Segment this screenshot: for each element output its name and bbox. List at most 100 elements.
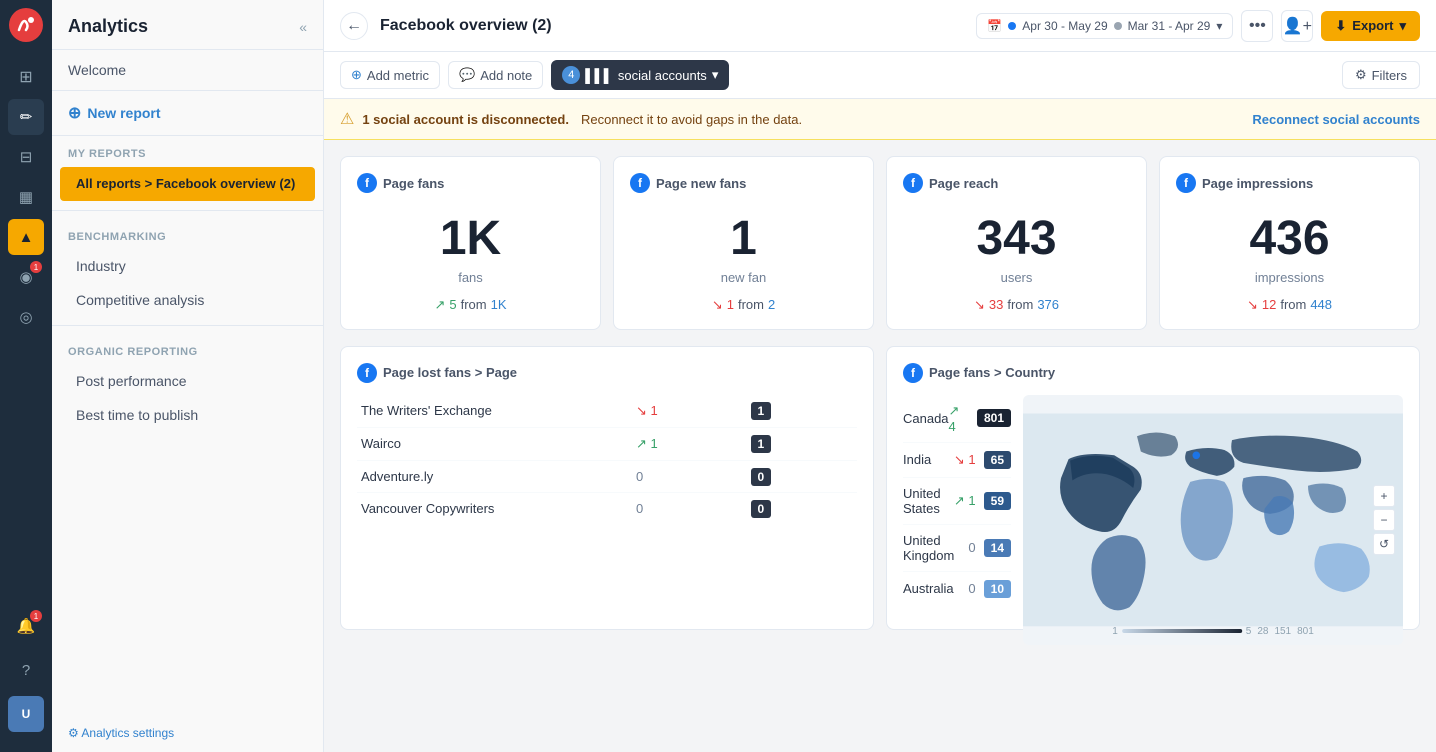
sidebar-item-industry[interactable]: Industry (60, 250, 315, 282)
lost-fans-row-name: The Writers' Exchange (357, 395, 632, 428)
country-value-box: 10 (984, 580, 1011, 598)
card-header-reach: f Page reach (903, 173, 1130, 193)
add-user-button[interactable]: 👤+ (1281, 10, 1313, 42)
note-icon: 💬 (459, 67, 475, 83)
map-scale: 1 5 28 151 801 (1112, 626, 1314, 637)
country-change: 0 (968, 581, 975, 596)
back-arrow-icon: ← (346, 17, 362, 35)
country-row: United Kingdom 0 14 (903, 525, 1011, 572)
export-button[interactable]: ⬇ Export ▾ (1321, 11, 1420, 41)
lost-fans-card: f Page lost fans > Page The Writers' Exc… (340, 346, 874, 630)
lost-fans-row-value: 1 (747, 427, 857, 460)
user-avatar[interactable]: U (8, 696, 44, 732)
bottom-row: f Page lost fans > Page The Writers' Exc… (340, 346, 1420, 630)
sidebar-item-best-time[interactable]: Best time to publish (60, 399, 315, 431)
country-change: ↗ 1 (954, 493, 976, 509)
topbar: ← Facebook overview (2) 📅 Apr 30 - May 2… (324, 0, 1436, 52)
reset-map-button[interactable]: ↺ (1373, 533, 1395, 555)
country-value-box: 14 (984, 539, 1011, 557)
card-title-fans: Page fans (383, 176, 444, 191)
icon-bar-bottom: 🔔 1 ? U (8, 608, 44, 744)
sidebar-item-welcome[interactable]: Welcome (52, 50, 323, 91)
change-from-fans: 1K (491, 297, 507, 312)
lost-fans-row-name: Adventure.ly (357, 460, 632, 492)
download-icon: ⬇ (1335, 18, 1346, 34)
card-unit-impressions: impressions (1176, 270, 1403, 285)
home-icon[interactable]: ⊞ (8, 59, 44, 95)
lost-fans-title: f Page lost fans > Page (357, 363, 857, 383)
page-title: Facebook overview (2) (380, 17, 964, 35)
lost-fans-row-value: 0 (747, 460, 857, 492)
app-logo (9, 8, 43, 47)
facebook-icon-country: f (903, 363, 923, 383)
from-label-fans: from (461, 297, 487, 312)
change-from-impressions: 448 (1310, 297, 1332, 312)
help-icon[interactable]: ? (8, 652, 44, 688)
alert-main-text: 1 social account is disconnected. (362, 112, 569, 127)
zoom-in-button[interactable]: + (1373, 485, 1395, 507)
sidebar-collapse-btn[interactable]: « (299, 19, 307, 35)
ellipsis-icon: ••• (1249, 17, 1266, 35)
page-fans-card: f Page fans 1K fans ↗ 5 from 1K (340, 156, 601, 330)
card-title-impressions: Page impressions (1202, 176, 1313, 191)
card-change-impressions: ↘ 12 from 448 (1176, 297, 1403, 313)
date-range-1-badge[interactable]: 📅 Apr 30 - May 29 Mar 31 - Apr 29 ▾ (976, 13, 1233, 39)
table-row: The Writers' Exchange ↘ 1 1 (357, 395, 857, 428)
change-from-new-fans: 2 (768, 297, 775, 312)
sidebar-title: Analytics (68, 16, 148, 37)
analytics-icon[interactable]: ▲ (8, 219, 44, 255)
table-row: Vancouver Copywriters 0 0 (357, 492, 857, 524)
new-report-label: New report (87, 105, 160, 121)
scale-bar (1122, 629, 1242, 633)
calendar-icon[interactable]: ▦ (8, 179, 44, 215)
date-chevron-icon: ▾ (1216, 19, 1222, 33)
map-section: Canada ↗ 4 801 India ↘ 1 65 United State… (903, 395, 1403, 645)
compose-icon[interactable]: ✏ (8, 99, 44, 135)
export-label: Export (1352, 18, 1393, 33)
card-header-impressions: f Page impressions (1176, 173, 1403, 193)
alert-bar: ⚠ 1 social account is disconnected. Reco… (324, 99, 1436, 140)
topbar-actions: 📅 Apr 30 - May 29 Mar 31 - Apr 29 ▾ ••• … (976, 10, 1420, 42)
filters-button[interactable]: ⚙ Filters (1342, 61, 1420, 89)
lost-fans-row-change: 0 (632, 492, 747, 524)
analytics-settings-link[interactable]: ⚙ Analytics settings (52, 714, 323, 752)
sidebar-item-competitive[interactable]: Competitive analysis (60, 284, 315, 316)
reconnect-link[interactable]: Reconnect social accounts (1252, 112, 1420, 127)
add-note-button[interactable]: 💬 Add note (448, 61, 543, 89)
icon-bar: ⊞ ✏ ⊟ ▦ ▲ ◉ 1 ◎ 🔔 1 ? U (0, 0, 52, 752)
page-impressions-card: f Page impressions 436 impressions ↘ 12 … (1159, 156, 1420, 330)
my-reports-label: MY REPORTS (52, 136, 323, 166)
dot-compare (1114, 22, 1122, 30)
toolbar: ⊕ Add metric 💬 Add note 4 ▌▌▌ social acc… (324, 52, 1436, 99)
sidebar-divider-1 (52, 210, 323, 211)
page-reach-card: f Page reach 343 users ↘ 33 from 376 (886, 156, 1147, 330)
notifications-icon[interactable]: 🔔 1 (8, 608, 44, 644)
lost-fans-row-name: Wairco (357, 427, 632, 460)
warning-icon: ⚠ (340, 109, 354, 129)
country-value-box: 801 (977, 409, 1011, 427)
country-row: India ↘ 1 65 (903, 443, 1011, 478)
zoom-out-button[interactable]: − (1373, 509, 1395, 531)
fans-country-card: f Page fans > Country Canada ↗ 4 801 Ind… (886, 346, 1420, 630)
back-button[interactable]: ← (340, 12, 368, 40)
sidebar: Analytics « Welcome ⊕ New report MY REPO… (52, 0, 324, 752)
add-metric-plus-icon: ⊕ (351, 67, 362, 83)
bar-chart-icon: ▌▌▌ (585, 68, 613, 83)
calendar-icon: 📅 (987, 19, 1002, 33)
new-report-btn[interactable]: ⊕ New report (52, 91, 323, 136)
add-metric-button[interactable]: ⊕ Add metric (340, 61, 440, 89)
social-chevron-icon: ▾ (712, 67, 719, 83)
more-options-button[interactable]: ••• (1241, 10, 1273, 42)
country-name: United Kingdom (903, 533, 968, 563)
export-chevron-icon: ▾ (1399, 18, 1406, 34)
inbox-icon[interactable]: ◉ 1 (8, 259, 44, 295)
sidebar-item-post-perf[interactable]: Post performance (60, 365, 315, 397)
scale-label-4: 151 (1274, 626, 1291, 637)
sidebar-item-all-reports[interactable]: All reports > Facebook overview (2) (60, 167, 315, 201)
dashboard-icon[interactable]: ⊟ (8, 139, 44, 175)
card-change-reach: ↘ 33 from 376 (903, 297, 1130, 313)
listen-icon[interactable]: ◎ (8, 299, 44, 335)
organic-reporting-label: ORGANIC REPORTING (52, 334, 323, 364)
social-accounts-button[interactable]: 4 ▌▌▌ social accounts ▾ (551, 60, 729, 90)
lost-fans-row-value: 0 (747, 492, 857, 524)
